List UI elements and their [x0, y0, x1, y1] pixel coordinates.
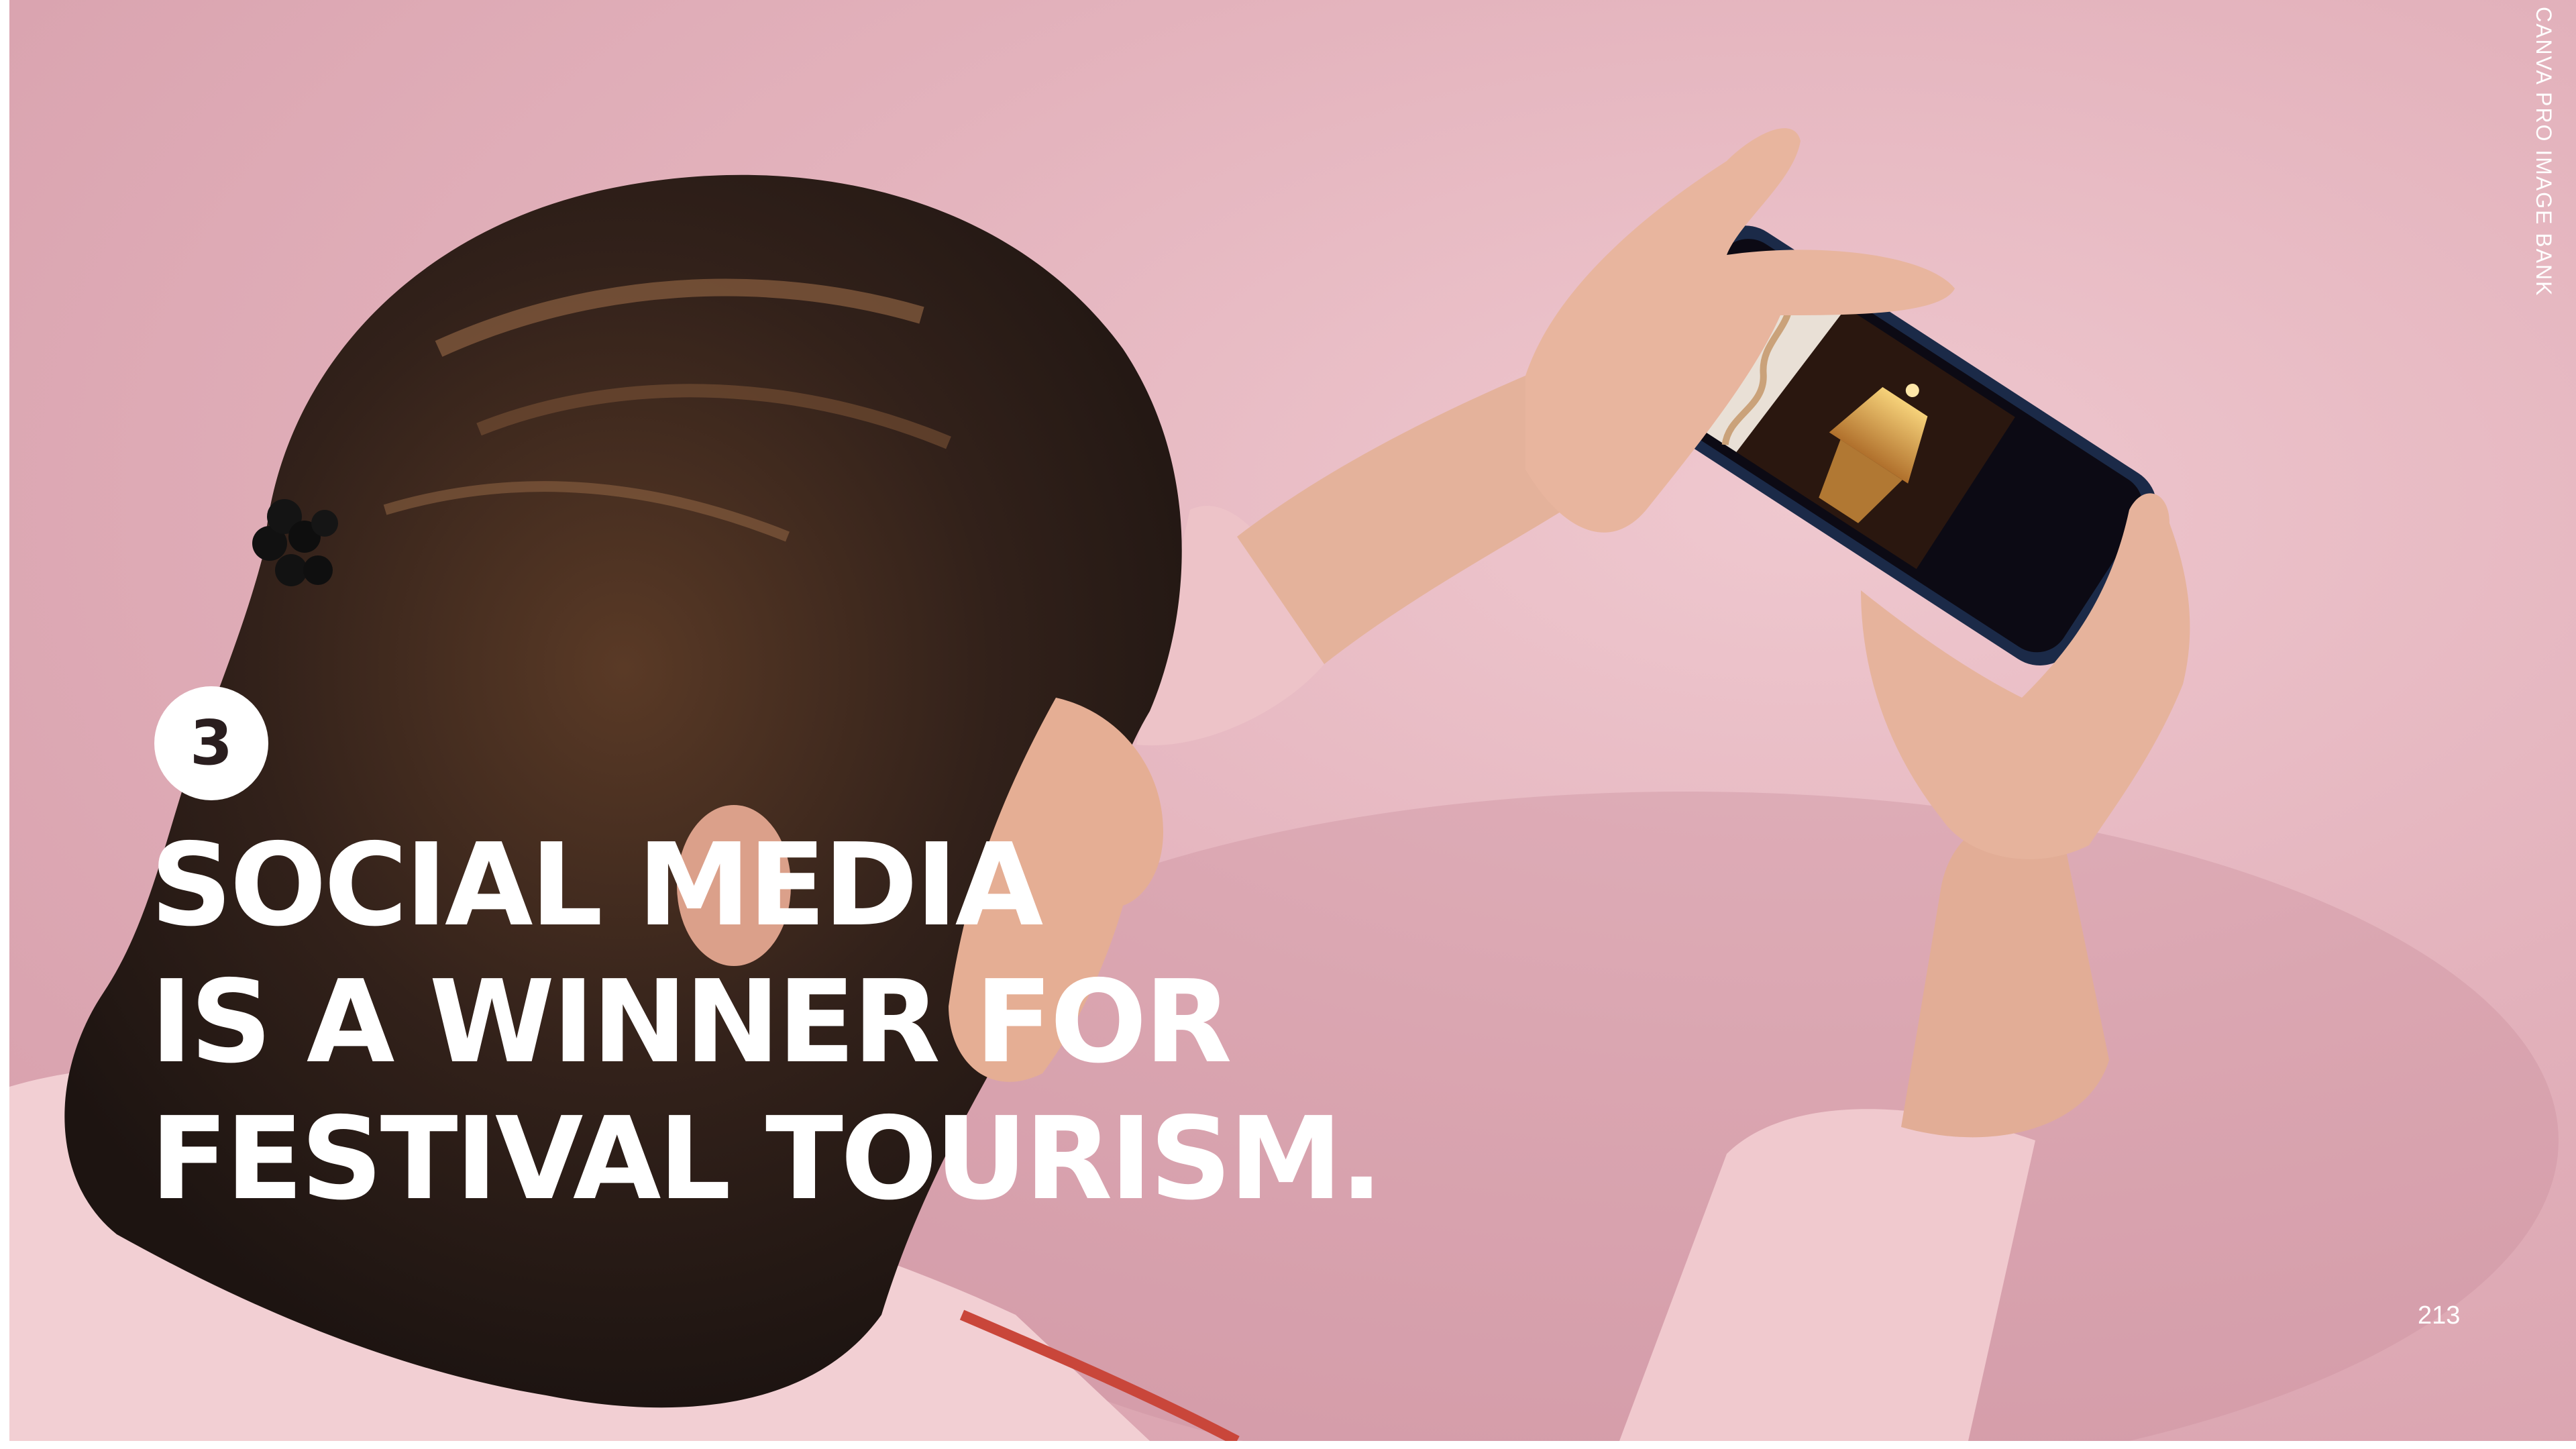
headline: SOCIAL MEDIA IS A WINNER FOR FESTIVAL TO…	[150, 817, 1383, 1228]
page-number: 213	[2418, 1301, 2461, 1330]
headline-line-2: IS A WINNER FOR	[150, 956, 1232, 1089]
slide: 3 SOCIAL MEDIA IS A WINNER FOR FESTIVAL …	[9, 0, 2576, 1441]
image-credit: CANVA PRO IMAGE BANK	[2532, 7, 2556, 297]
headline-line-1: SOCIAL MEDIA	[150, 819, 1043, 952]
section-number-badge: 3	[154, 686, 268, 800]
headline-line-3: FESTIVAL TOURISM.	[150, 1093, 1383, 1226]
section-number: 3	[189, 707, 233, 779]
